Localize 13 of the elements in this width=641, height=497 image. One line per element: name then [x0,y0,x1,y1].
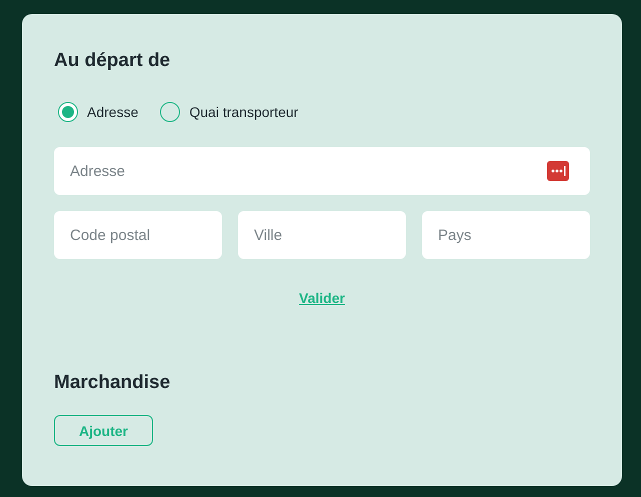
radio-button[interactable] [160,102,180,122]
radio-label: Adresse [87,104,138,120]
postal-code-field[interactable]: Code postal [54,211,222,259]
section-heading: Au départ de [54,50,170,72]
radio-label: Quai transporteur [189,104,298,120]
add-button[interactable]: Ajouter [54,415,153,446]
country-field[interactable]: Pays [422,211,590,259]
radio-button[interactable] [58,102,78,122]
password-manager-icon[interactable] [547,161,569,181]
validate-link[interactable]: Valider [299,290,345,306]
address-field[interactable]: Adresse [54,147,590,195]
section-heading: Marchandise [54,372,170,394]
city-field[interactable]: Ville [238,211,406,259]
